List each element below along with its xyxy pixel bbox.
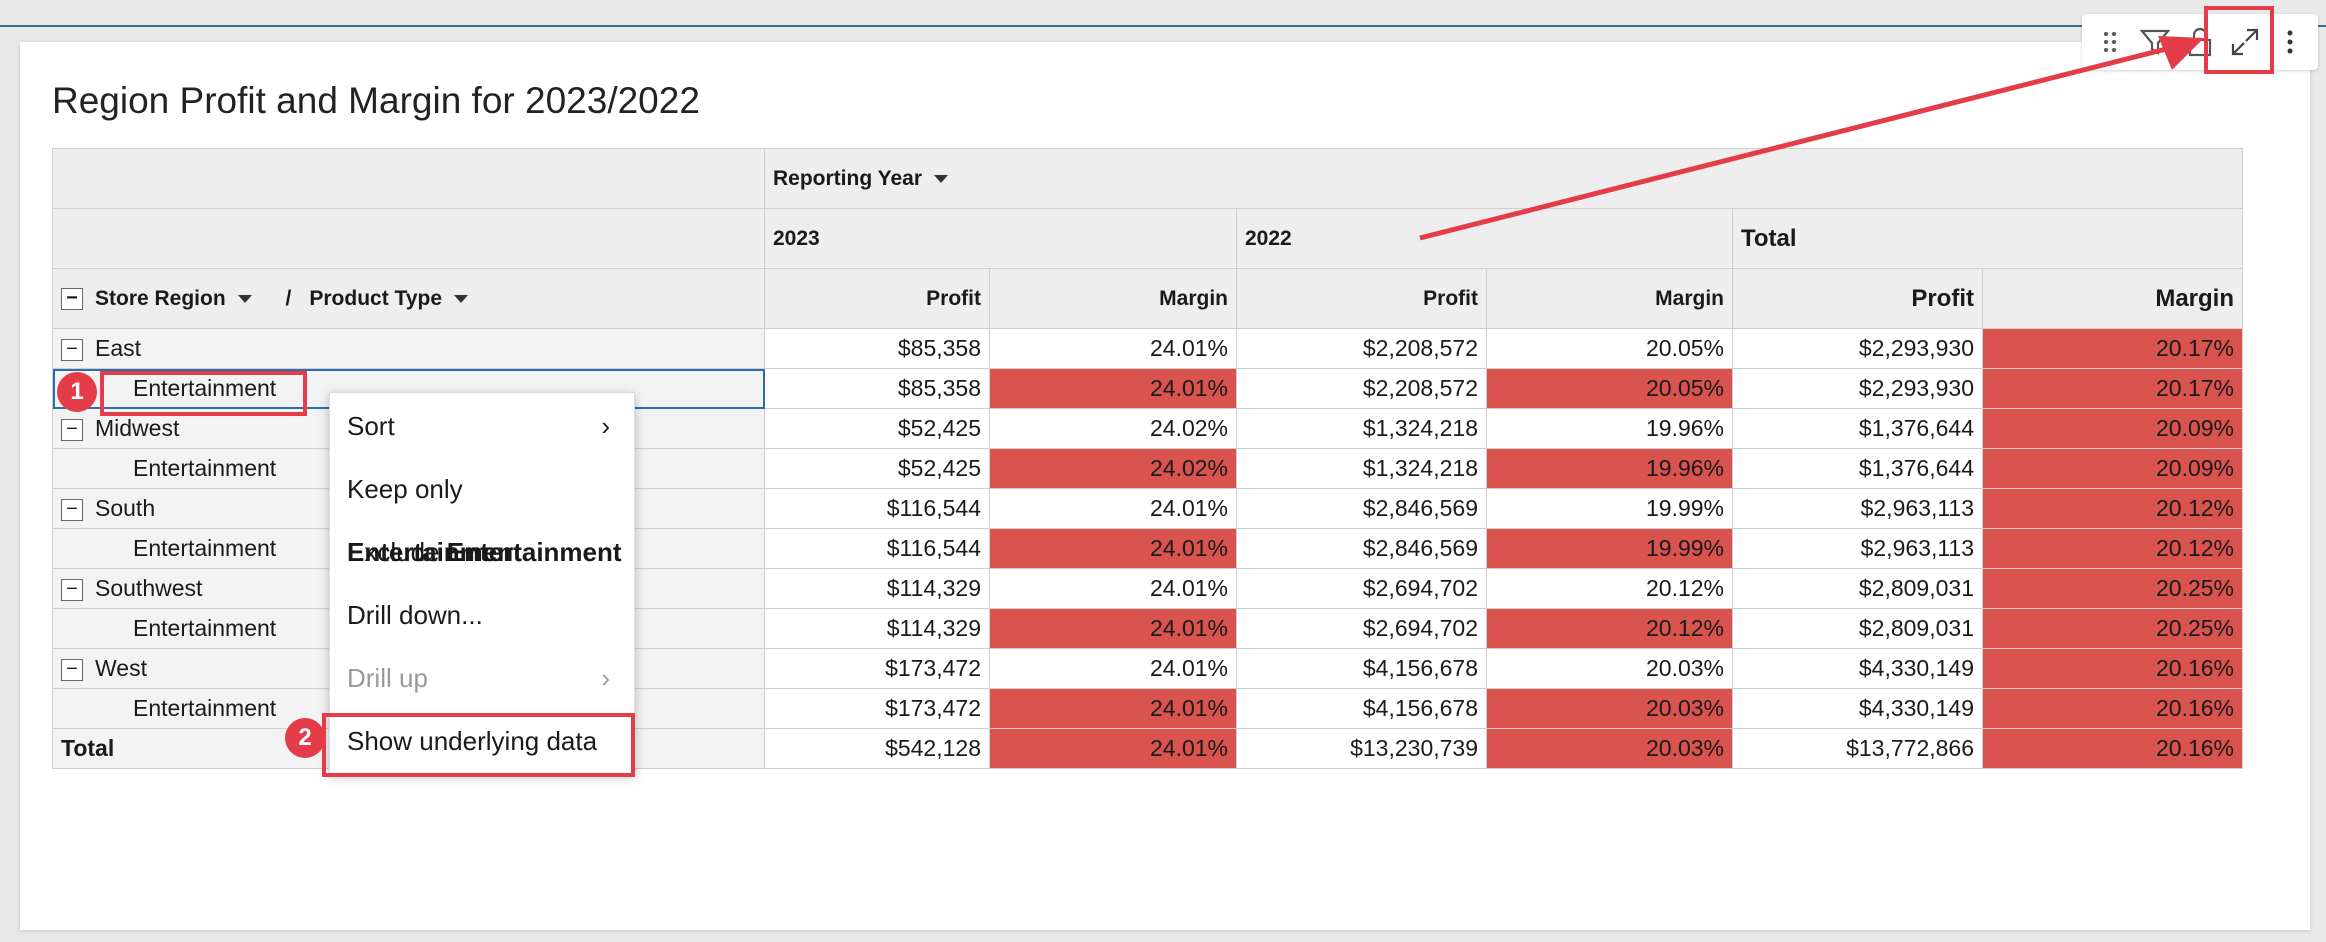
- annotation-arrow: [1419, 36, 2204, 241]
